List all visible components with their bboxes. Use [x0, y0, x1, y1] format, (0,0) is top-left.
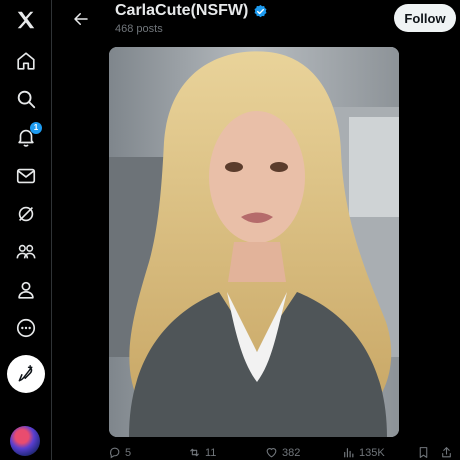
verified-badge-icon — [254, 4, 267, 17]
account-avatar[interactable] — [10, 426, 40, 456]
compose-post-button[interactable] — [7, 355, 45, 393]
repost-icon — [190, 448, 199, 457]
sidebar-nav: 1 — [0, 0, 52, 460]
more-icon[interactable] — [6, 310, 46, 346]
share-button[interactable] — [440, 446, 453, 459]
like-button[interactable]: 382 — [265, 446, 300, 459]
x-logo-icon[interactable] — [6, 2, 46, 38]
views-chart-icon — [344, 448, 354, 458]
messages-icon[interactable] — [6, 158, 46, 194]
reply-button[interactable]: 5 — [108, 446, 131, 459]
notifications-icon[interactable]: 1 — [6, 119, 46, 155]
notification-count-badge: 1 — [30, 122, 42, 134]
compose-post-icon — [18, 365, 33, 382]
post-header: CarlaCute(NSFW) 468 posts Follow — [52, 0, 460, 44]
search-icon[interactable] — [6, 81, 46, 117]
back-arrow-icon[interactable] — [68, 6, 94, 32]
repost-count: 11 — [205, 446, 217, 459]
profile-name: CarlaCute(NSFW) — [115, 2, 249, 19]
profile-icon[interactable] — [6, 272, 46, 308]
post-photo[interactable] — [109, 47, 399, 437]
reply-icon — [110, 447, 120, 459]
like-count: 382 — [282, 446, 301, 459]
bookmark-icon — [419, 447, 428, 458]
view-count: 135K — [359, 446, 385, 459]
profile-title-row: CarlaCute(NSFW) — [115, 2, 268, 20]
views-button[interactable]: 135K — [342, 446, 385, 459]
share-icon — [442, 447, 451, 458]
grok-icon[interactable] — [6, 196, 46, 232]
bookmark-button[interactable] — [417, 446, 430, 459]
post-count: 468 posts — [115, 23, 163, 35]
heart-icon — [266, 448, 277, 458]
repost-button[interactable]: 11 — [188, 446, 216, 459]
reply-count: 5 — [125, 446, 132, 459]
post-action-bar: 5 11 382 135K — [108, 446, 453, 460]
home-icon[interactable] — [6, 43, 46, 79]
follow-button[interactable]: Follow — [394, 4, 456, 32]
communities-icon[interactable] — [6, 234, 46, 270]
